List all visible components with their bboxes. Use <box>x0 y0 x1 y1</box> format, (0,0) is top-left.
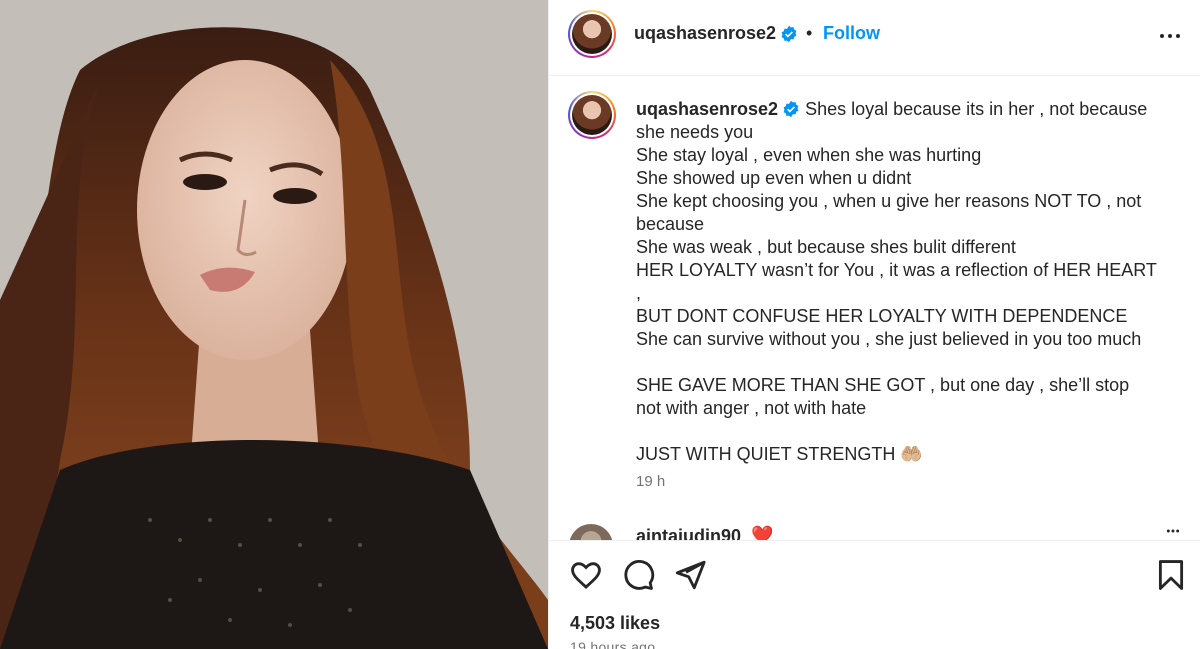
author-username[interactable]: uqashasenrose2 <box>634 23 776 44</box>
share-icon[interactable] <box>673 558 707 592</box>
likes-count[interactable]: 4,503 likes <box>570 613 660 634</box>
post-date[interactable]: 19 hours ago <box>570 639 655 649</box>
author-avatar[interactable] <box>568 10 616 58</box>
caption-author-avatar[interactable] <box>568 91 616 139</box>
post-image[interactable] <box>0 0 548 649</box>
commenter-username[interactable]: aintaiudin90 <box>636 526 741 540</box>
caption-username[interactable]: uqashasenrose2 <box>636 99 778 119</box>
follow-button[interactable]: Follow <box>823 23 880 44</box>
bookmark-icon[interactable] <box>1154 558 1188 592</box>
caption-timestamp[interactable]: 19 h <box>636 473 665 490</box>
action-bar: 4,503 likes 19 hours ago <box>549 540 1200 649</box>
comment-more-icon[interactable] <box>1166 524 1180 538</box>
more-options-icon[interactable] <box>1158 24 1182 48</box>
heart-icon[interactable] <box>569 558 603 592</box>
post-header: uqashasenrose2 • Follow <box>549 0 1200 76</box>
caption-body: Shes loyal because its in her , not beca… <box>636 99 1157 464</box>
comment-item: aintaiudin90 ❤️ <box>549 522 1200 540</box>
portrait-photo <box>0 0 548 649</box>
comment-icon[interactable] <box>621 558 655 592</box>
caption: uqashasenrose2 Shes loyal because its in… <box>636 98 1176 466</box>
post-details-panel: uqashasenrose2 • Follow uqashasenrose2 S… <box>548 0 1200 649</box>
commenter-avatar[interactable] <box>569 524 613 540</box>
header-separator: • <box>806 23 813 43</box>
caption-verified-badge-icon <box>783 100 799 118</box>
caption-section: uqashasenrose2 Shes loyal because its in… <box>549 77 1200 537</box>
comment-emoji: ❤️ <box>751 525 774 540</box>
verified-badge-icon <box>781 25 797 43</box>
